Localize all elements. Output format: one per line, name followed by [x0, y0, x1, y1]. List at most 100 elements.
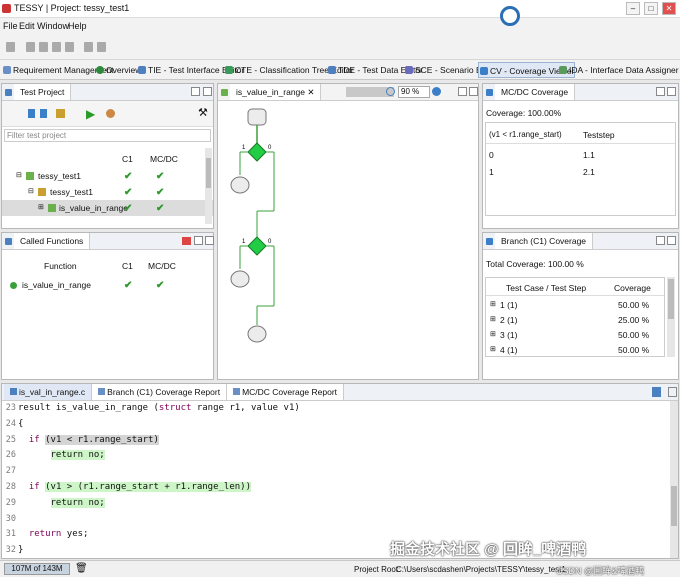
decision-node-1[interactable]: [247, 142, 267, 162]
scrollbar[interactable]: [667, 277, 675, 357]
tab-is-value-in-range[interactable]: is_value_in_range ✕: [230, 84, 322, 100]
zoom-select[interactable]: 90 %: [398, 86, 430, 98]
tab-label: is_val_in_range.c: [19, 387, 86, 397]
branch-coverage-header: Branch (C1) Coverage: [483, 233, 678, 250]
debug-icon[interactable]: [106, 109, 115, 118]
c1-check-icon: ✔: [124, 203, 133, 214]
tab-label: MC/DC Coverage Report: [242, 387, 338, 397]
down-arrow-icon[interactable]: [28, 109, 35, 118]
run-icon[interactable]: ▶: [86, 107, 95, 121]
maximize-panel-button[interactable]: [667, 87, 676, 96]
teststep-column-header: Teststep: [583, 130, 615, 140]
zoom-icon[interactable]: [386, 87, 395, 96]
tab-mcdc-report[interactable]: MC/DC Coverage Report: [227, 384, 345, 400]
coverage-icon[interactable]: [432, 87, 441, 96]
tree-row-function[interactable]: ⊞ is_value_in_range ✔ ✔: [2, 200, 213, 216]
code-line[interactable]: }: [18, 545, 23, 555]
code-line[interactable]: return yes;: [18, 529, 89, 539]
copy-icon[interactable]: [52, 42, 61, 52]
tie-icon: [138, 66, 146, 74]
memory-indicator[interactable]: 107M of 143M: [4, 563, 70, 575]
close-button[interactable]: ✕: [662, 2, 676, 15]
branch-row[interactable]: ⊞ 4 (1) 50.00 %: [486, 342, 664, 356]
link-icon[interactable]: [182, 237, 191, 245]
minimize-button[interactable]: –: [626, 2, 640, 15]
save-icon[interactable]: [6, 42, 15, 52]
maximize-panel-button[interactable]: [667, 236, 676, 245]
mcdc-coverage-header: MC/DC Coverage: [483, 84, 678, 101]
code-area[interactable]: 23 result is_value_in_range (struct range…: [2, 401, 670, 558]
flow-icon: [221, 89, 228, 96]
minimize-panel-button[interactable]: [656, 87, 665, 96]
filter-input[interactable]: Filter test project: [4, 129, 211, 142]
trash-icon[interactable]: 🗑: [75, 563, 88, 574]
mcdc-summary: Coverage: 100.00%: [486, 108, 562, 118]
maximize-button[interactable]: □: [644, 2, 658, 15]
code-token: }: [18, 545, 24, 556]
return-node-1[interactable]: [230, 176, 250, 194]
branch-coverage-title[interactable]: Branch (C1) Coverage: [495, 233, 594, 249]
code-line[interactable]: {: [18, 419, 23, 429]
project-root-label: Project Root:: [354, 565, 401, 574]
delete-icon[interactable]: [65, 42, 74, 52]
scrollbar[interactable]: [205, 148, 212, 224]
project-icon: [5, 89, 12, 96]
maximize-panel-button[interactable]: [205, 236, 214, 245]
c1-column-header: C1: [122, 154, 133, 164]
code-line[interactable]: result is_value_in_range (struct range r…: [18, 403, 300, 413]
menu-file[interactable]: File: [3, 21, 18, 31]
back-icon[interactable]: [84, 42, 93, 52]
requirement-icon: [3, 66, 11, 74]
file-icon: [10, 388, 17, 395]
forward-icon[interactable]: [97, 42, 106, 52]
import-icon[interactable]: [26, 42, 35, 52]
teststep-value[interactable]: 2.1: [583, 167, 595, 177]
tools-icon[interactable]: ⚒: [198, 106, 208, 119]
editor-scrollbar[interactable]: [670, 401, 678, 558]
tab-branch-report[interactable]: Branch (C1) Coverage Report: [92, 384, 228, 400]
testcase-label: 4 (1): [500, 345, 518, 355]
branch-row[interactable]: ⊞ 1 (1) 50.00 %: [486, 297, 664, 313]
maximize-panel-button[interactable]: [668, 387, 677, 397]
maximize-panel-button[interactable]: [203, 87, 212, 96]
minimize-panel-button[interactable]: [194, 236, 203, 245]
tree-row-collection[interactable]: ⊟ tessy_test1 ✔ ✔: [2, 184, 213, 200]
function-name: is_value_in_range: [22, 280, 91, 290]
link-editor-icon[interactable]: [652, 387, 661, 397]
menu-edit[interactable]: Edit: [19, 21, 35, 31]
branch-row[interactable]: ⊞ 2 (1) 25.00 %: [486, 312, 664, 328]
cv-icon: [480, 67, 488, 75]
overview-icon: [96, 66, 104, 74]
minimize-panel-button[interactable]: [458, 87, 467, 96]
perspective-overview[interactable]: Overview: [95, 62, 141, 78]
function-row[interactable]: is_value_in_range ✔ ✔: [2, 277, 213, 293]
branch-coverage-panel: Branch (C1) Coverage Total Coverage: 100…: [482, 232, 679, 380]
up-arrow-icon[interactable]: [40, 109, 47, 118]
called-functions-title[interactable]: Called Functions: [14, 233, 91, 249]
return-node-2[interactable]: [230, 270, 250, 288]
menu-help[interactable]: Help: [68, 21, 87, 31]
menu-window[interactable]: Window: [37, 21, 69, 31]
code-line[interactable]: return no;: [18, 497, 105, 508]
teststep-value[interactable]: 1.1: [583, 150, 595, 160]
code-line[interactable]: if (v1 > (r1.range_start + r1.range_len)…: [18, 482, 252, 492]
test-project-title[interactable]: Test Project: [14, 84, 72, 100]
code-token: struct: [158, 403, 192, 413]
end-node[interactable]: [247, 325, 267, 343]
line-number: 29: [5, 497, 16, 508]
code-token: return no;: [50, 450, 105, 461]
decision-node-2[interactable]: [247, 236, 267, 256]
refresh-icon[interactable]: [56, 109, 65, 118]
mcdc-coverage-title[interactable]: MC/DC Coverage: [495, 84, 576, 100]
branch-row[interactable]: ⊞ 3 (1) 50.00 %: [486, 327, 664, 343]
tree-row-project[interactable]: ⊟ tessy_test1 ✔ ✔: [2, 168, 213, 184]
tab-source-file[interactable]: is_val_in_range.c: [4, 384, 93, 400]
perspective-ida[interactable]: IDA - Interface Data Assigner: [558, 62, 679, 78]
code-line[interactable]: return no;: [18, 450, 105, 461]
maximize-panel-button[interactable]: [469, 87, 478, 96]
code-line[interactable]: if (v1 < r1.range_start): [18, 434, 159, 445]
export-icon[interactable]: [39, 42, 48, 52]
minimize-panel-button[interactable]: [191, 87, 200, 96]
start-node[interactable]: [247, 108, 267, 126]
minimize-panel-button[interactable]: [656, 236, 665, 245]
